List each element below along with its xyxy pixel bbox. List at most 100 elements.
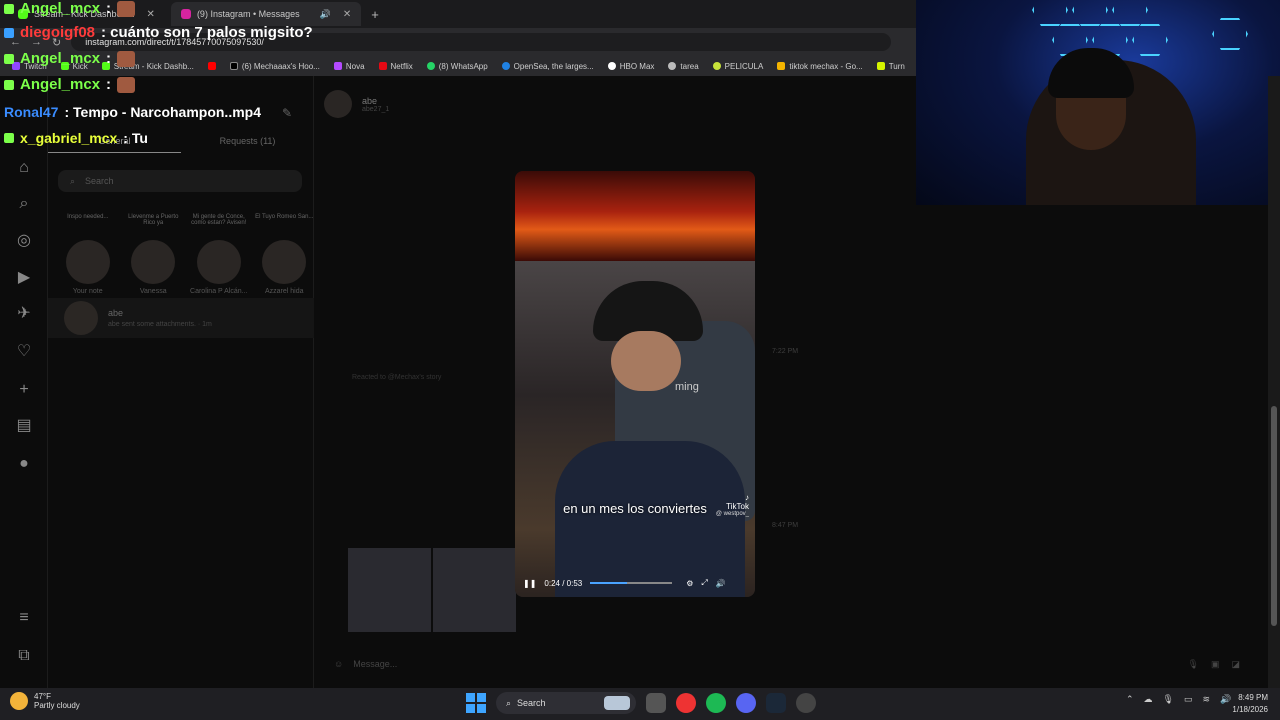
chat-username: Angel_mcx bbox=[20, 76, 101, 93]
sticker-icon[interactable]: ◪ bbox=[1231, 659, 1240, 670]
bookmark-whatsapp[interactable]: (8) WhatsApp bbox=[426, 61, 488, 71]
temperature: 47°F bbox=[34, 692, 51, 701]
heart-icon[interactable]: ♡ bbox=[14, 342, 34, 362]
steam-icon[interactable] bbox=[766, 693, 786, 713]
tiktok-icon: ♪ bbox=[745, 493, 749, 502]
chrome-icon[interactable] bbox=[676, 693, 696, 713]
note-item[interactable]: Mi gente de Conce, como estan? Avisen! Ca… bbox=[189, 214, 249, 295]
fullscreen-icon[interactable]: ⤢ bbox=[701, 578, 707, 588]
video-player[interactable]: ming en un mes los conviertes ♪ TikTok @… bbox=[515, 171, 755, 597]
chat-line: diegoigf08: cuánto son 7 palos migsito? bbox=[4, 24, 313, 41]
note-item[interactable]: Inspo needed... Your note bbox=[58, 214, 118, 295]
task-view-icon[interactable] bbox=[646, 693, 666, 713]
turn-icon bbox=[876, 62, 885, 70]
note-bubble: Inspo needed... bbox=[67, 214, 109, 220]
globe-icon bbox=[668, 62, 677, 70]
timestamp: 8:47 PM bbox=[772, 522, 799, 529]
search-icon[interactable]: ⌕ bbox=[14, 194, 34, 214]
note-bubble: El Tuyo Romeo San... bbox=[255, 214, 314, 220]
bookmark-turn[interactable]: Turn bbox=[876, 61, 905, 71]
taskbar-apps: ⌕ Search bbox=[466, 692, 816, 714]
video-progress-fill bbox=[590, 582, 628, 584]
chat-line: Ronal47: Tempo - Narcohampon..mp4 bbox=[4, 104, 261, 120]
emoji-icon[interactable]: ☺ bbox=[334, 659, 343, 669]
taskbar-search[interactable]: ⌕ Search bbox=[496, 692, 636, 714]
chevron-up-icon[interactable]: ⌃ bbox=[1126, 694, 1134, 705]
video-time: 0:24 / 0:53 bbox=[544, 578, 583, 588]
hexagon-light bbox=[1132, 24, 1168, 56]
note-name: Your note bbox=[72, 288, 103, 295]
explore-icon[interactable]: ◎ bbox=[14, 231, 34, 251]
clock-time: 8:49 PM bbox=[1238, 693, 1268, 702]
discord-icon[interactable] bbox=[736, 693, 756, 713]
bookmark-label: HBO Max bbox=[619, 61, 655, 71]
bookmark-hbo[interactable]: HBO Max bbox=[607, 61, 655, 71]
note-bubble: Llevenme a Puerto Rico ya bbox=[128, 214, 179, 226]
tiktok-handle: @ westpov_ bbox=[715, 511, 749, 517]
bookmark-label: Turn bbox=[888, 61, 905, 71]
monitor-icon[interactable]: ▭ bbox=[1184, 694, 1193, 705]
profile-avatar[interactable]: ● bbox=[14, 454, 34, 474]
chat-username: diegoigf08 bbox=[20, 24, 96, 41]
spotify-icon[interactable] bbox=[706, 693, 726, 713]
avatar bbox=[131, 240, 176, 284]
bookmark-label: (8) WhatsApp bbox=[438, 61, 488, 71]
avatar bbox=[196, 240, 241, 284]
dashboard-icon[interactable]: ▤ bbox=[14, 416, 34, 436]
message-input[interactable]: ☺ Message... 🎙 ▣ ◪ bbox=[322, 650, 1256, 678]
bookmark-tarea[interactable]: tarea bbox=[668, 62, 699, 71]
messages-icon[interactable]: ✈ bbox=[14, 304, 34, 324]
weather-condition: Partly cloudy bbox=[34, 701, 80, 710]
thread-header[interactable]: abe abe27_1 bbox=[324, 90, 389, 118]
page-scrollbar[interactable] bbox=[1268, 76, 1280, 688]
cloud-icon[interactable]: ☁ bbox=[1144, 694, 1153, 705]
video-face bbox=[611, 331, 681, 391]
thumbnail[interactable] bbox=[348, 548, 431, 632]
chat-colon: : bbox=[106, 76, 112, 93]
menu-icon[interactable]: ≡ bbox=[14, 608, 34, 628]
microphone-icon[interactable]: 🎙 bbox=[1188, 659, 1199, 670]
kick-badge-icon bbox=[4, 133, 14, 143]
settings-icon[interactable]: ⚙ bbox=[686, 579, 693, 588]
search-input[interactable]: ⌕ Search bbox=[58, 170, 302, 192]
emote-icon bbox=[117, 76, 136, 93]
obs-icon[interactable] bbox=[796, 693, 816, 713]
pause-icon[interactable]: ❚❚ bbox=[523, 579, 536, 588]
bookmark-opensea[interactable]: OpenSea, the larges... bbox=[501, 62, 594, 71]
home-icon[interactable]: ⌂ bbox=[14, 158, 34, 178]
avatar bbox=[324, 90, 352, 118]
hbo-icon bbox=[607, 62, 616, 70]
image-icon[interactable]: ▣ bbox=[1211, 659, 1220, 670]
conversation-item[interactable]: abe abe sent some attachments. · 1m bbox=[48, 298, 314, 338]
wifi-icon[interactable]: ≋ bbox=[1203, 694, 1211, 705]
close-icon[interactable]: ✕ bbox=[343, 9, 351, 20]
video-progress-bar[interactable] bbox=[590, 582, 673, 584]
inbox-panel: ✎ General Requests (11) ⌕ Search Inspo n… bbox=[48, 76, 314, 688]
note-item[interactable]: El Tuyo Romeo San... Azzarel hida bbox=[255, 214, 315, 295]
scrollbar-thumb[interactable] bbox=[1271, 406, 1277, 626]
bookmark-label: PELICULA bbox=[724, 61, 764, 71]
chat-line: Angel_mcx: bbox=[4, 76, 136, 93]
threads-icon[interactable]: ⧉ bbox=[14, 646, 34, 666]
bookmark-nova[interactable]: Nova bbox=[333, 62, 365, 71]
reels-icon[interactable]: ▶ bbox=[14, 268, 34, 288]
avatar bbox=[64, 301, 98, 335]
new-tab-button[interactable]: + bbox=[371, 7, 379, 22]
note-item[interactable]: Llevenme a Puerto Rico ya Vanessa bbox=[124, 214, 184, 295]
video-controls: ❚❚ 0:24 / 0:53 ⚙ ⤢ 🔊 bbox=[515, 569, 755, 597]
bookmark-pelicula[interactable]: PELICULA bbox=[712, 61, 764, 71]
bookmark-netflix[interactable]: Netflix bbox=[378, 62, 413, 71]
drive-icon bbox=[777, 62, 786, 70]
chat-line: Angel_mcx: bbox=[4, 50, 136, 67]
create-icon[interactable]: + bbox=[14, 380, 34, 400]
volume-icon[interactable]: 🔊 bbox=[716, 579, 726, 588]
netflix-icon bbox=[378, 62, 387, 70]
start-icon[interactable] bbox=[466, 693, 486, 713]
attachment-thumbnails[interactable] bbox=[348, 548, 516, 632]
microphone-icon[interactable]: 🎙 bbox=[1163, 694, 1174, 705]
speaker-icon[interactable]: 🔊 bbox=[320, 9, 331, 20]
weather-widget[interactable]: 47°F Partly cloudy bbox=[10, 692, 80, 710]
bookmark-drive[interactable]: tiktok mechax - Go... bbox=[777, 62, 863, 71]
thumbnail[interactable] bbox=[433, 548, 516, 632]
clock[interactable]: 8:49 PM 1/18/2026 bbox=[1220, 692, 1268, 716]
